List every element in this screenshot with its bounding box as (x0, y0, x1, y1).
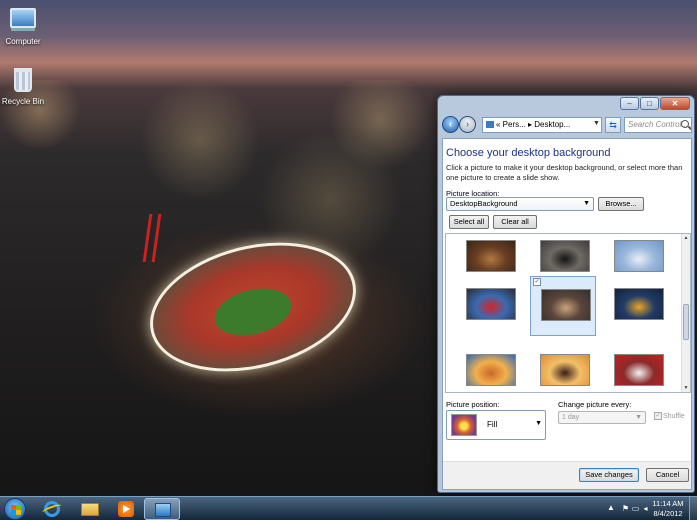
navigation-bar: ‹ › « Pers... ▸ Desktop... ▼ ⇆ Search Co… (442, 116, 692, 136)
desktop-icon-label: Recycle Bin (1, 97, 45, 106)
minimize-button[interactable]: – (620, 97, 639, 110)
desktop-icon-recycle-bin[interactable]: Recycle Bin (0, 68, 53, 106)
cancel-button[interactable]: Cancel (646, 468, 689, 482)
show-desktop-button[interactable] (689, 497, 697, 520)
browse-button[interactable]: Browse... (598, 197, 644, 211)
change-every-select[interactable]: 1 day ▼ (558, 411, 646, 424)
thumbnail-image (614, 354, 664, 386)
save-changes-button[interactable]: Save changes (579, 468, 639, 482)
clear-all-button[interactable]: Clear all (493, 215, 537, 229)
fill-preview-icon (451, 414, 477, 436)
back-button[interactable]: ‹ (442, 116, 459, 133)
chevron-down-icon: ▼ (635, 414, 642, 421)
system-tray: ▲ ⚑ ▭ ◂ 11:14 AM 8/4/2012 (601, 497, 697, 520)
picture-position-select[interactable]: Fill ▼ (446, 410, 546, 440)
flag-icon[interactable]: ⚑ (621, 504, 630, 513)
page-description: Click a picture to make it your desktop … (446, 163, 683, 182)
thumbnail-big-ben-sunset[interactable] (530, 352, 596, 392)
computer-icon (9, 8, 37, 34)
refresh-button[interactable]: ⇆ (605, 117, 621, 133)
select-all-button[interactable]: Select all (449, 215, 489, 229)
shuffle-checkbox[interactable]: ✓ Shuffle (654, 412, 685, 420)
taskbar-media-player[interactable] (108, 498, 144, 520)
thumbnail-image (466, 288, 516, 320)
picture-position-label: Picture position: (446, 400, 500, 409)
taskbar-internet-explorer[interactable] (34, 498, 70, 520)
network-icon[interactable]: ▭ (631, 504, 640, 513)
thumbnail-red-bus-big-ben[interactable] (604, 352, 670, 392)
scroll-up-icon[interactable]: ▲ (682, 234, 690, 242)
thumbnail-image (466, 240, 516, 272)
start-button[interactable] (4, 498, 26, 520)
thumbnail-image (541, 289, 591, 321)
desktop-icon-label: Computer (5, 37, 41, 46)
chevron-down-icon: ▼ (535, 420, 542, 427)
picture-location-select[interactable]: DesktopBackground ▼ (446, 197, 594, 211)
search-input[interactable]: Search Control... (624, 117, 692, 133)
search-icon (681, 120, 689, 128)
gallery-scrollbar[interactable]: ▲ ▼ (681, 234, 690, 392)
thumbnail-royal-albert-hall[interactable] (456, 352, 522, 392)
scrollbar-thumb[interactable] (683, 304, 689, 340)
thumbnail-image (540, 354, 590, 386)
dialog-footer: Save changes Cancel (443, 461, 691, 489)
page-title: Choose your desktop background (446, 147, 611, 159)
thumbnail-underground-sign[interactable] (456, 276, 522, 336)
control-panel-icon (486, 121, 494, 129)
scroll-down-icon[interactable]: ▼ (682, 384, 690, 392)
change-every-value: 1 day (562, 414, 580, 421)
folder-icon (81, 503, 99, 516)
thumbnail-image (466, 354, 516, 386)
content-pane: Choose your desktop background Click a p… (442, 138, 692, 490)
change-every-label: Change picture every: (558, 400, 632, 409)
shuffle-label: Shuffle (663, 412, 685, 420)
desktop-background-window: – □ ✕ ‹ › « Pers... ▸ Desktop... ▼ ⇆ Sea… (437, 95, 695, 493)
maximize-button[interactable]: □ (640, 97, 659, 110)
forward-button[interactable]: › (459, 116, 476, 133)
address-bar[interactable]: « Pers... ▸ Desktop... (482, 117, 602, 133)
windows-logo-icon (11, 505, 21, 515)
picture-gallery: ✓ ▲ ▼ (445, 233, 691, 393)
thumbnail-image (540, 240, 590, 272)
media-player-icon (118, 501, 134, 517)
picture-location-value: DesktopBackground (450, 199, 518, 208)
close-button[interactable]: ✕ (660, 97, 690, 110)
chevron-down-icon: ▼ (583, 200, 590, 207)
picture-position-value: Fill (487, 420, 498, 429)
taskbar: ▲ ⚑ ▭ ◂ 11:14 AM 8/4/2012 (0, 496, 697, 520)
show-hidden-icons-icon[interactable]: ▲ (607, 503, 615, 512)
clock-date: 8/4/2012 (653, 509, 683, 518)
checkbox-icon[interactable]: ✓ (533, 278, 541, 286)
thumbnail-image (614, 240, 664, 272)
thumbnail-image (614, 288, 664, 320)
thumbnail-taxi-at-night[interactable] (604, 276, 670, 336)
taskbar-control-panel[interactable] (144, 498, 180, 520)
control-panel-icon (155, 503, 171, 517)
chevron-down-icon[interactable]: ▼ (591, 117, 602, 133)
clock-time: 11:14 AM (652, 499, 684, 508)
breadcrumb: « Pers... ▸ Desktop... (496, 120, 571, 129)
clock[interactable]: 11:14 AM 8/4/2012 (649, 499, 687, 519)
search-placeholder: Search Control... (628, 120, 689, 129)
desktop-icon-computer[interactable]: Computer (0, 6, 53, 46)
checkbox-icon: ✓ (654, 412, 662, 420)
internet-explorer-icon (44, 501, 60, 517)
recycle-bin-icon (9, 68, 37, 94)
taskbar-windows-explorer[interactable] (72, 498, 108, 520)
thumbnail-olympic-stadium-aerial[interactable]: ✓ (530, 276, 596, 336)
caption-buttons: – □ ✕ (620, 97, 690, 110)
